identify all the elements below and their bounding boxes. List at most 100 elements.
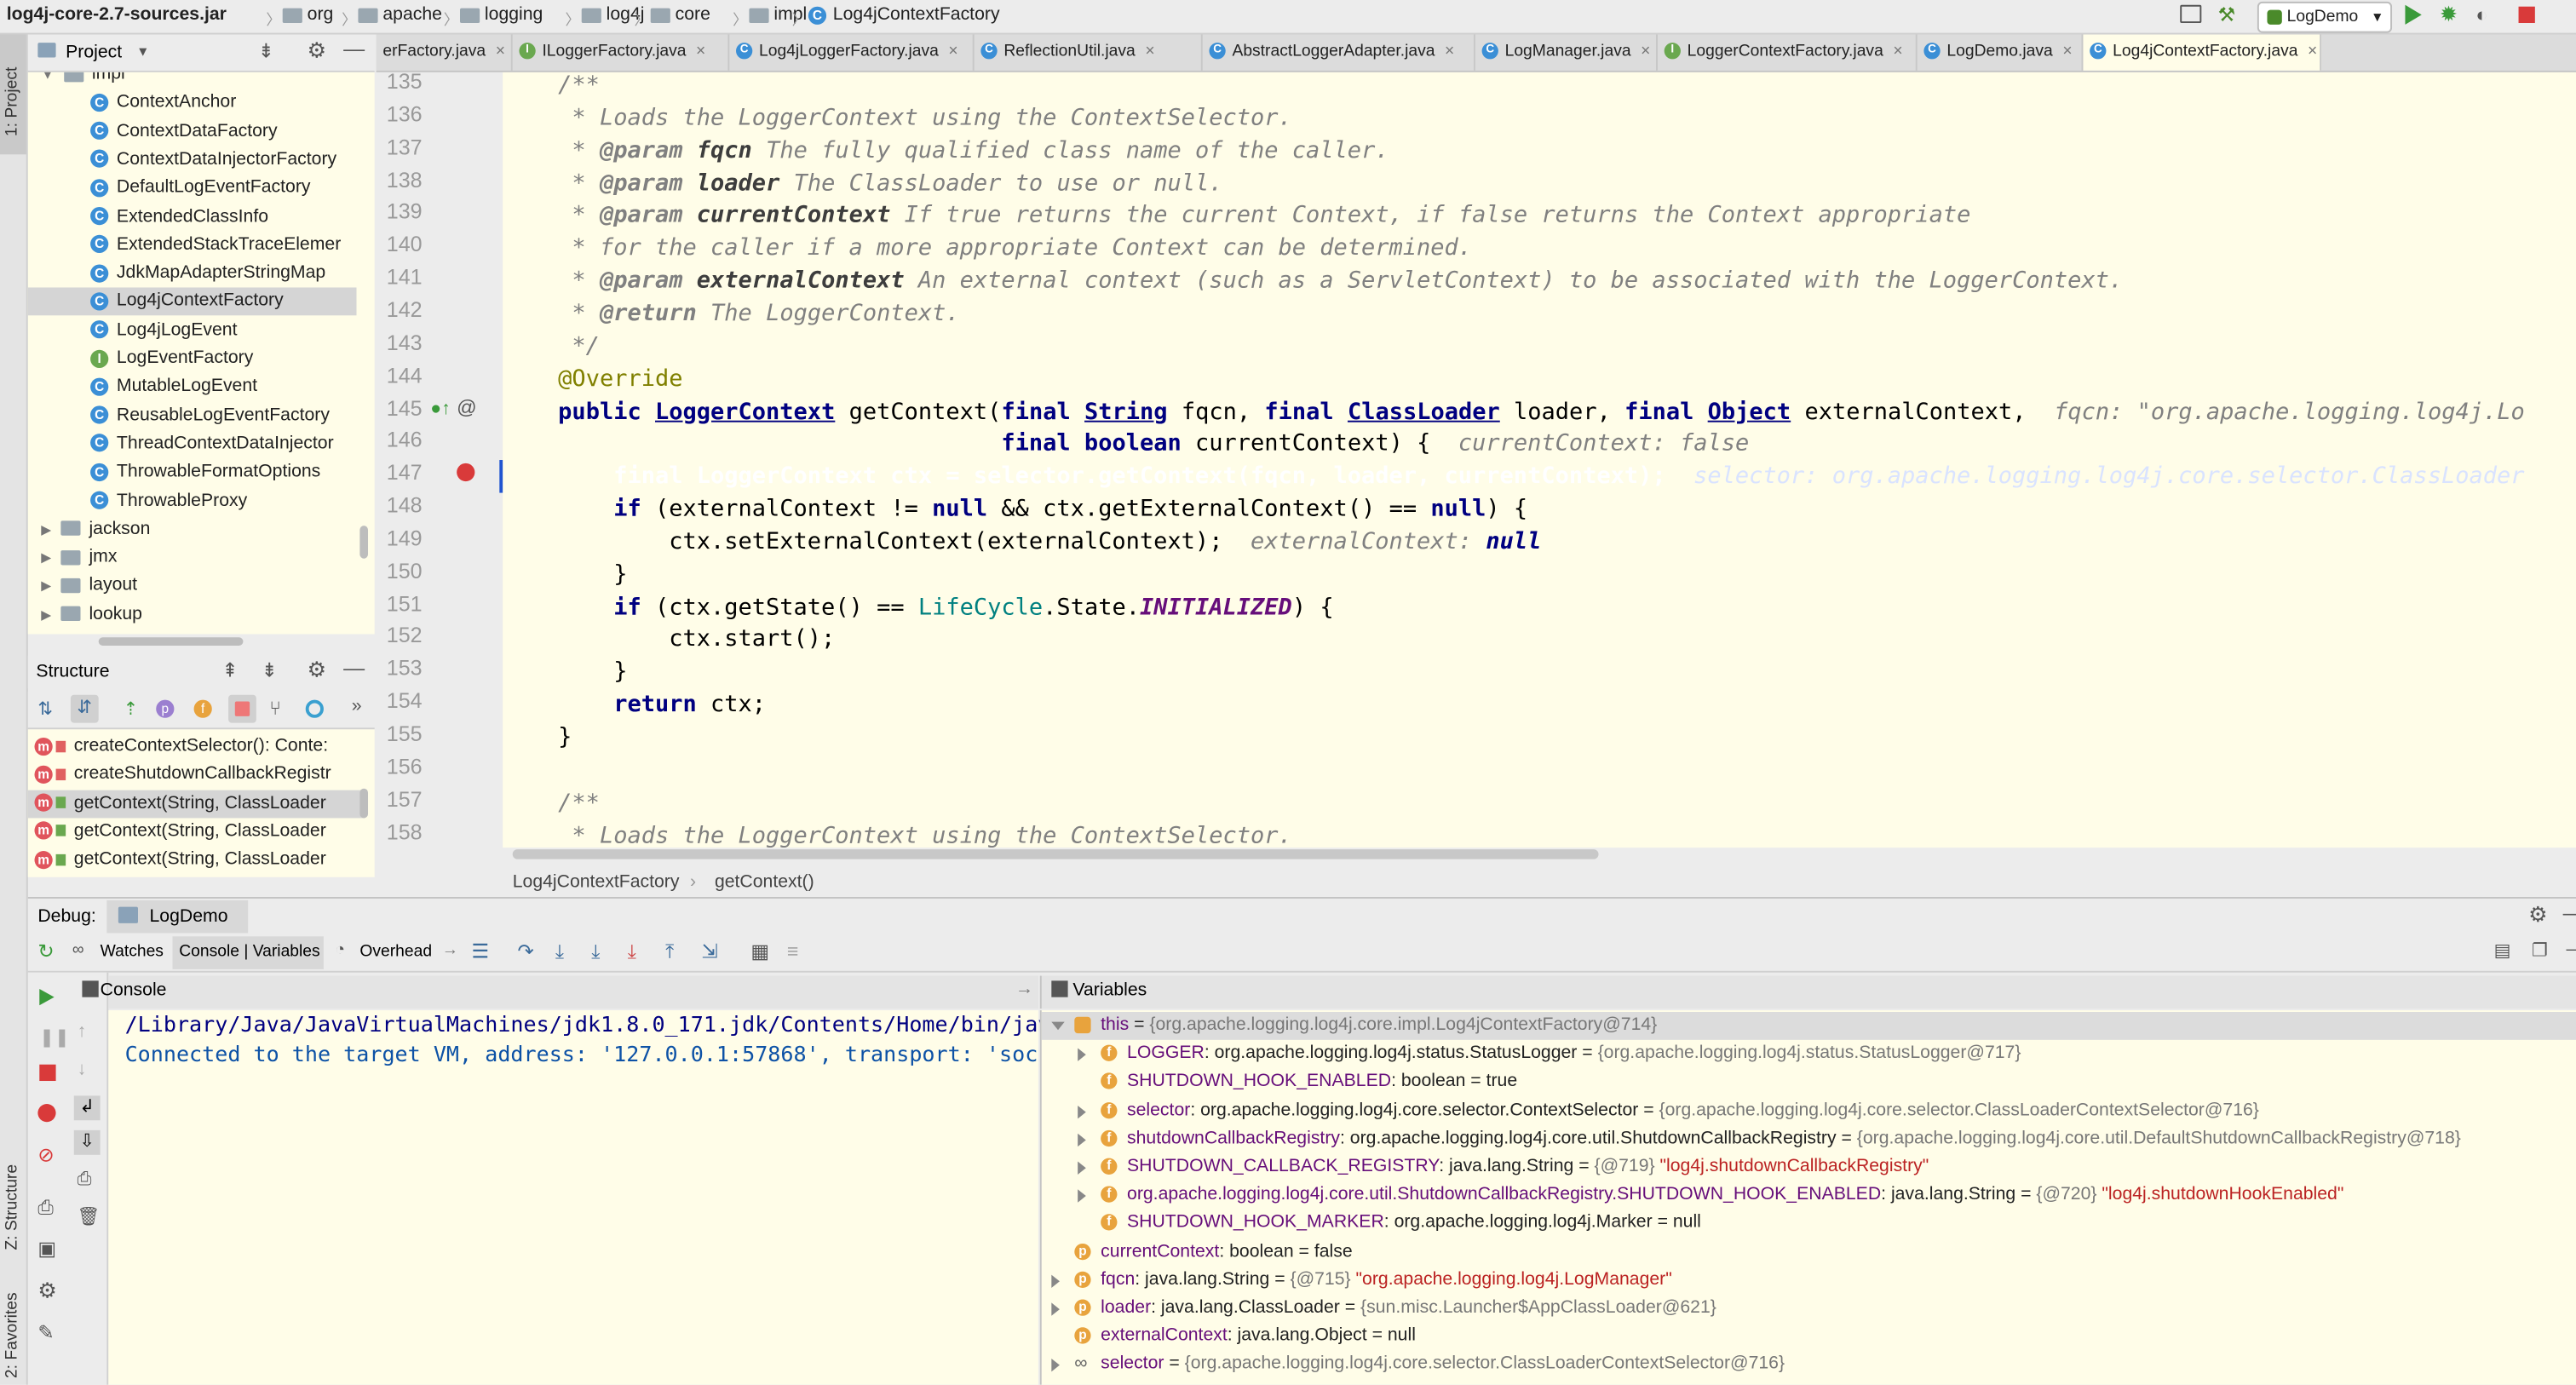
console-variables-tab[interactable]: Console | Variables [179, 943, 319, 961]
project-hscrollbar[interactable] [98, 637, 244, 646]
hide-panel-icon[interactable]: — [343, 656, 365, 681]
tree-item[interactable]: C Log4jContextFactory [27, 288, 357, 317]
breadcrumb-item[interactable]: logging [460, 5, 543, 25]
evaluate-expression-icon[interactable]: ▦ [750, 940, 769, 963]
editor-tab[interactable]: C LogDemo.java × [1918, 34, 2084, 71]
variable-row[interactable]: f SHUTDOWN_HOOK_ENABLED: boolean = true [1042, 1068, 2576, 1096]
editor-hscrollbar[interactable] [512, 849, 1599, 859]
favorites-tool-label[interactable]: 2: Favorites [3, 1292, 21, 1378]
rerun-icon[interactable]: ↻ [37, 940, 54, 963]
tree-item[interactable]: C ThreadContextDataInjector [28, 430, 357, 458]
tree-item[interactable]: C ExtendedStackTraceElemer [28, 232, 357, 260]
resume-icon[interactable] [39, 989, 55, 1006]
build-hammer-icon[interactable]: ⚒ [2218, 3, 2236, 26]
chevron-right-icon[interactable] [1051, 1302, 1060, 1316]
chevron-right-icon[interactable] [1078, 1133, 1086, 1147]
variable-row[interactable]: ∞ selector = {org.apache.logging.log4j.co… [1042, 1351, 2576, 1379]
sort-visibility-icon[interactable]: ⇵ [70, 694, 99, 723]
breakpoint-icon[interactable] [457, 463, 475, 482]
camera-icon[interactable]: ⎙ [37, 1196, 54, 1221]
close-icon[interactable]: × [1445, 43, 1454, 60]
tree-item[interactable]: C ContextDataFactory [28, 118, 357, 146]
stop-icon[interactable] [39, 1064, 56, 1082]
anonymous-classes-icon[interactable] [305, 699, 324, 718]
variable-row[interactable]: p fqcn: java.lang.String = {@715} "org.ap… [1042, 1267, 2576, 1295]
editor-tab[interactable]: erFactory.java × [377, 34, 513, 71]
step-into-icon[interactable]: ⤓ [591, 940, 600, 964]
tree-item[interactable]: C ContextAnchor [28, 89, 357, 118]
coverage-icon[interactable]: ◐ [2475, 3, 2487, 26]
chevron-right-icon[interactable]: ▶ [41, 550, 51, 565]
variable-row[interactable]: f SHUTDOWN_HOOK_MARKER: org.apache.loggin… [1042, 1210, 2576, 1238]
tree-item[interactable]: C JdkMapAdapterStringMap [28, 260, 357, 288]
tree-item[interactable]: C DefaultLogEventFactory [28, 175, 357, 203]
pause-icon[interactable]: ❚❚ [39, 1026, 70, 1048]
close-icon[interactable]: × [696, 43, 705, 60]
show-execution-point-icon[interactable]: ↷ [518, 940, 534, 963]
structure-scrollbar[interactable] [359, 788, 369, 819]
more-icon[interactable]: » [352, 697, 362, 716]
debug-bug-icon[interactable]: ✹ [2440, 2, 2458, 28]
editor-crumb-class[interactable]: Log4jContextFactory [513, 872, 680, 892]
minimize-icon[interactable]: — [2566, 940, 2576, 959]
chevron-right-icon[interactable]: ▶ [41, 522, 51, 537]
close-icon[interactable]: × [2062, 43, 2072, 60]
collapse-all-icon[interactable]: ⇟ [262, 658, 278, 681]
tree-item[interactable]: ▶ jackson [41, 515, 150, 543]
view-breakpoints-icon[interactable] [37, 1104, 56, 1123]
editor-tab[interactable]: C ReflectionUtil.java × [975, 34, 1203, 71]
chevron-right-icon[interactable] [1078, 1048, 1086, 1062]
structure-item[interactable]: m getContext(String, ClassLoader [28, 847, 365, 875]
chevron-right-icon[interactable] [1051, 1359, 1060, 1373]
tree-item[interactable]: C ReusableLogEventFactory [28, 402, 357, 430]
run-icon[interactable] [2405, 4, 2422, 25]
chevron-right-icon[interactable]: ▶ [41, 579, 51, 594]
editor-tab[interactable]: I LoggerContextFactory.java × [1658, 34, 1918, 71]
chevron-right-icon[interactable] [1078, 1105, 1086, 1118]
breadcrumb-item[interactable]: C Log4jContextFactory [808, 5, 1000, 25]
non-public-toggle[interactable] [228, 694, 256, 723]
editor-crumb-method[interactable]: getContext() [715, 872, 814, 892]
code-editor[interactable]: /** * Loads the LoggerContext using the … [503, 72, 2576, 848]
editor-tab[interactable]: C Log4jContextFactory.java × [2083, 34, 2322, 71]
close-icon[interactable]: × [496, 43, 505, 60]
variable-row[interactable]: p currentContext: boolean = false [1042, 1238, 2576, 1266]
breadcrumb-item[interactable]: apache [358, 5, 442, 25]
close-icon[interactable]: × [1145, 43, 1154, 60]
chevron-right-icon[interactable]: ▶ [41, 607, 51, 622]
structure-item[interactable]: m createContextSelector(): Conte: [28, 733, 365, 761]
project-panel-title[interactable]: Project [66, 43, 122, 62]
restore-layout-icon[interactable]: ▣ [37, 1237, 56, 1260]
restore-layout-icon[interactable]: ❐ [2532, 940, 2548, 961]
tree-item[interactable]: C ExtendedClassInfo [28, 203, 357, 231]
chevron-right-icon[interactable] [1078, 1161, 1086, 1175]
step-out-icon[interactable]: ⤒ [665, 940, 674, 964]
tree-item[interactable]: ▶ jmx [41, 544, 117, 572]
tree-item[interactable]: ▶ layout [41, 572, 137, 601]
debug-session-tab[interactable]: LogDemo [106, 899, 249, 934]
chevron-down-icon[interactable]: ▼ [41, 72, 54, 83]
gear-icon[interactable]: ⚙ [2528, 902, 2547, 928]
variable-row[interactable]: f org.apache.logging.log4j.core.util.Shut… [1042, 1181, 2576, 1210]
close-icon[interactable]: × [1641, 43, 1650, 60]
tree-item[interactable]: C ThrowableProxy [28, 487, 357, 515]
collapse-all-icon[interactable]: ⇟ [258, 39, 274, 62]
editor-tab[interactable]: C LogManager.java × [1475, 34, 1658, 71]
frames-menu-icon[interactable]: ☰ [472, 940, 490, 963]
structure-tool-label[interactable]: Z: Structure [3, 1164, 21, 1250]
layout-icon[interactable] [2180, 4, 2202, 24]
trash-icon[interactable]: 🗑 [78, 1206, 101, 1227]
editor-tab[interactable]: C AbstractLoggerAdapter.java × [1203, 34, 1475, 71]
breadcrumb-item[interactable]: core [650, 5, 710, 25]
tree-item[interactable]: C ContextDataInjectorFactory [28, 146, 357, 174]
properties-icon[interactable]: p [156, 699, 175, 718]
pin-icon[interactable]: → [442, 941, 458, 959]
variable-row[interactable]: this = {org.apache.logging.log4j.core.im… [1041, 1012, 2576, 1040]
hierarchy-icon[interactable]: ⑂ [269, 697, 281, 720]
step-over-icon[interactable]: ⤓ [555, 940, 564, 964]
trace-icon[interactable]: ≡ [787, 940, 799, 963]
tree-item[interactable]: ▶ lookup [41, 601, 142, 629]
gear-icon[interactable]: ⚙ [308, 657, 326, 683]
breadcrumb-item[interactable]: log4j-core-2.7-sources.jar [7, 5, 227, 25]
run-config-select[interactable]: LogDemo ▼ [2257, 1, 2393, 33]
